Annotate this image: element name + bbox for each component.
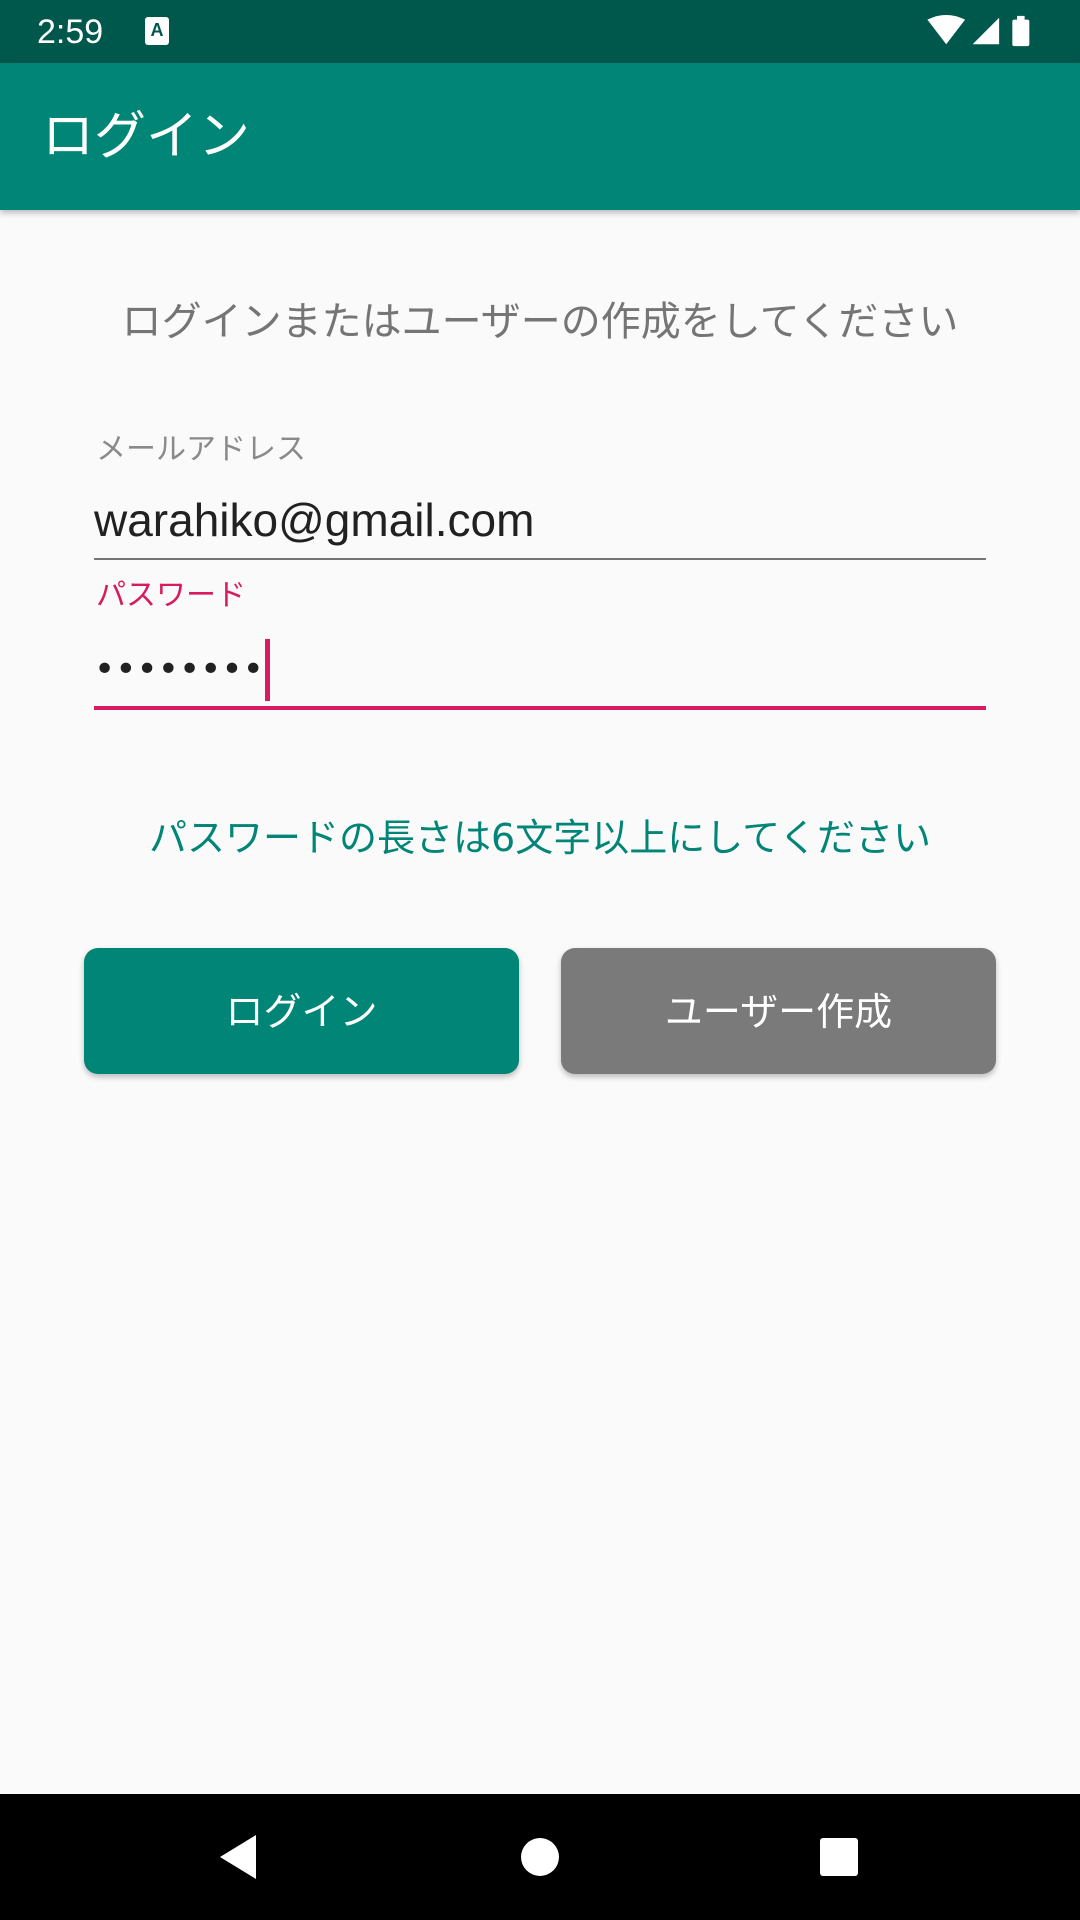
cell-signal-icon — [972, 17, 1000, 45]
keyboard-a-icon: A — [145, 17, 169, 45]
email-underline — [94, 558, 986, 560]
password-label: パスワード — [96, 578, 246, 613]
keyboard-a-glyph: A — [150, 20, 164, 40]
app-bar-title: ログイン — [42, 107, 251, 167]
password-field[interactable]: パスワード •••••••• — [94, 578, 986, 712]
create-user-button[interactable]: ユーザー作成 — [561, 948, 996, 1074]
wifi-icon — [927, 14, 966, 45]
navigation-bar — [0, 1794, 1080, 1920]
text-cursor — [264, 639, 270, 701]
email-label: メールアドレス — [96, 432, 306, 467]
recents-icon[interactable] — [808, 1827, 868, 1887]
battery-icon — [1012, 15, 1030, 47]
home-icon[interactable] — [510, 1827, 570, 1887]
password-error-message: パスワードの長さは6文字以上にしてください — [149, 816, 931, 860]
instruction-text: ログインまたはユーザーの作成をしてください — [121, 299, 959, 345]
login-screen: 2:59 A ログイン ログインまたはユーザーの作成をしてください メールアドレ… — [0, 0, 1080, 1920]
status-bar: 2:59 A — [0, 0, 1080, 63]
status-icons — [927, 14, 1030, 47]
app-bar: ログイン — [0, 63, 1080, 210]
login-button[interactable]: ログイン — [84, 948, 519, 1074]
email-input[interactable] — [94, 490, 986, 550]
password-underline — [94, 706, 986, 710]
password-input[interactable]: •••••••• — [94, 639, 270, 701]
email-field[interactable]: メールアドレス — [94, 432, 986, 564]
back-icon[interactable] — [210, 1827, 270, 1887]
status-time: 2:59 — [37, 13, 104, 51]
password-masked-value: •••••••• — [94, 649, 264, 690]
